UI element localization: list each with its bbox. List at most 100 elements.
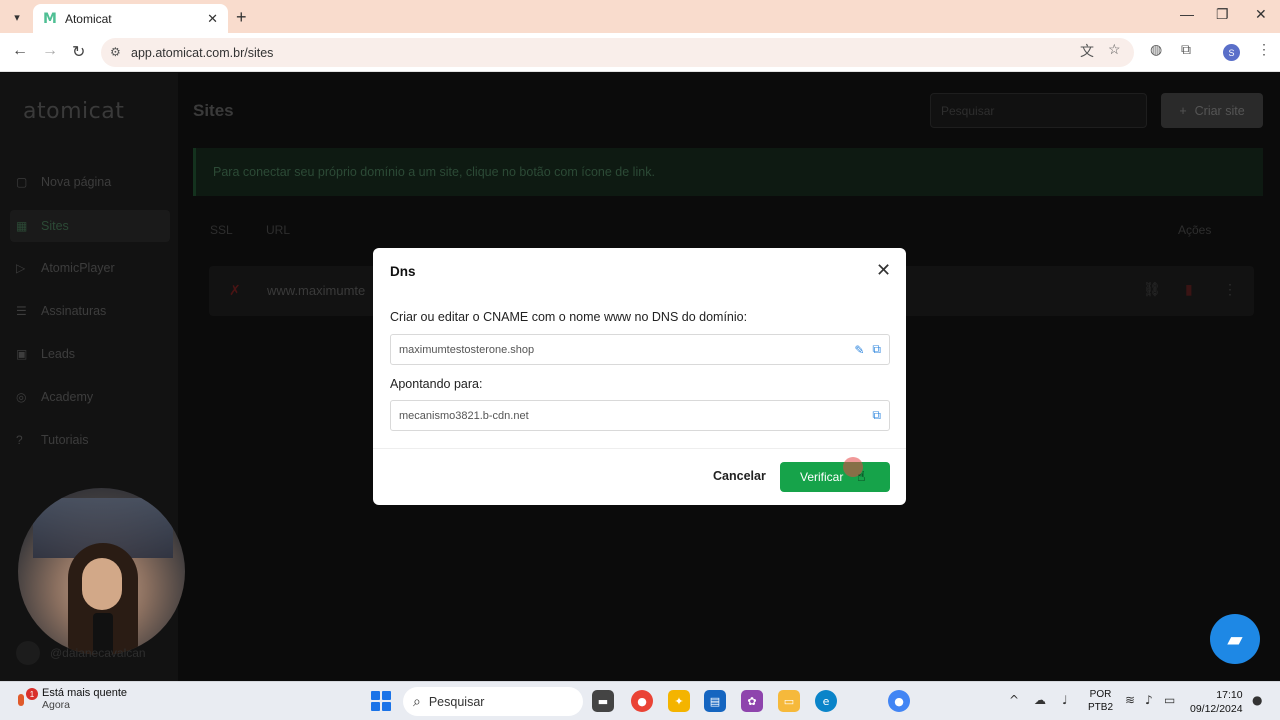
- window-close-icon[interactable]: ✕: [1255, 6, 1267, 23]
- cancel-button[interactable]: Cancelar: [713, 469, 766, 483]
- address-bar[interactable]: ⚙ app.atomicat.com.br/sites: [101, 38, 1134, 67]
- browser-tab[interactable]: M Atomicat ✕: [33, 4, 228, 33]
- taskbar-search-label: Pesquisar: [428, 694, 485, 709]
- volume-icon[interactable]: ♪: [1145, 693, 1153, 707]
- avatar: [16, 641, 40, 665]
- edit-icon[interactable]: ✎: [854, 343, 864, 357]
- site-info-icon[interactable]: ⚙: [110, 45, 121, 59]
- weather-widget[interactable]: 1 Está mais quente Agora: [16, 687, 127, 711]
- tab-close-icon[interactable]: ✕: [207, 11, 218, 27]
- pointing-label: Apontando para:: [390, 377, 483, 391]
- profile-avatar[interactable]: S: [1223, 44, 1240, 61]
- extension-icon[interactable]: ◍: [1150, 41, 1162, 58]
- site-url[interactable]: www.maximumte: [267, 283, 365, 298]
- tray-chevron-icon[interactable]: ^: [1009, 693, 1019, 707]
- sidebar-item-tutoriais[interactable]: ? Tutoriais: [16, 433, 88, 447]
- dns-modal: Dns ✕ Criar ou editar o CNAME com o nome…: [373, 248, 906, 505]
- sidebar-item-leads[interactable]: ▣ Leads: [16, 347, 75, 361]
- folder-app-icon[interactable]: ▭: [778, 690, 800, 712]
- copilot-app-icon[interactable]: ✿: [741, 690, 763, 712]
- file-explorer-app-icon[interactable]: ▬: [592, 690, 614, 712]
- clock-time: 17:10: [1216, 689, 1243, 701]
- sidebar-item-label: Sites: [41, 219, 69, 233]
- translate-icon[interactable]: 文: [1080, 41, 1094, 61]
- browser-tab-bar: ▾ M Atomicat ✕ + — ❐ ✕: [0, 0, 1280, 33]
- weather-line1: Está mais quente: [42, 687, 127, 699]
- microphone-icon[interactable]: ♩: [1062, 693, 1068, 707]
- webcam-overlay: [18, 488, 185, 655]
- taskbar-search[interactable]: ⌕ Pesquisar: [403, 687, 583, 716]
- link-icon[interactable]: ⛓: [1143, 281, 1161, 298]
- sidebar-item-nova-pagina[interactable]: ▢ Nova página: [16, 175, 111, 189]
- copy-icon[interactable]: ⧉: [872, 342, 881, 357]
- sidebar-item-assinaturas[interactable]: ☰ Assinaturas: [16, 304, 106, 318]
- search-icon: ⌕: [413, 693, 421, 710]
- forward-icon[interactable]: →: [42, 42, 58, 60]
- search-input[interactable]: Pesquisar: [930, 93, 1147, 128]
- chrome-app-icon[interactable]: ●: [631, 690, 653, 712]
- sidebar-item-label: Nova página: [41, 175, 112, 189]
- layout-icon: ▦: [16, 219, 28, 233]
- edge-app-icon[interactable]: e: [815, 690, 837, 712]
- modal-title: Dns: [390, 264, 416, 279]
- modal-divider: [373, 448, 906, 449]
- atomicat-logo: atomicat: [23, 99, 125, 124]
- minimize-icon[interactable]: —: [1180, 6, 1194, 22]
- battery-icon[interactable]: ▭: [1164, 693, 1175, 707]
- sidebar-item-academy[interactable]: ◎ Academy: [16, 390, 93, 404]
- table-header-actions: Ações: [1178, 223, 1212, 237]
- maximize-icon[interactable]: ❐: [1216, 6, 1229, 23]
- users-icon: ▣: [16, 347, 28, 361]
- domain-value: maximumtestosterone.shop: [399, 343, 535, 356]
- table-header-ssl: SSL: [210, 223, 233, 237]
- windows-start-icon[interactable]: [371, 691, 391, 711]
- modal-close-icon[interactable]: ✕: [876, 260, 891, 281]
- chat-icon[interactable]: ▰: [1210, 614, 1260, 664]
- ssl-status-icon: ✗: [229, 282, 241, 298]
- trash-icon[interactable]: ▮: [1185, 281, 1193, 298]
- user-handle: @daianecavalcan: [16, 641, 146, 665]
- clock-date: 09/12/2024: [1190, 703, 1243, 715]
- new-tab-icon[interactable]: +: [236, 7, 247, 28]
- windows-taskbar: 1 Está mais quente Agora ⌕ Pesquisar ▬ ●…: [0, 681, 1280, 720]
- sidebar-item-sites[interactable]: ▦ Sites: [10, 210, 170, 242]
- user-handle-text: @daianecavalcan: [50, 646, 146, 660]
- sidebar-item-label: AtomicPlayer: [41, 261, 115, 275]
- onedrive-icon[interactable]: ☁: [1034, 693, 1046, 707]
- chrome-profile-app-icon[interactable]: ●: [888, 690, 910, 712]
- bookmark-star-icon[interactable]: ☆: [1108, 41, 1121, 58]
- create-site-label: Criar site: [1194, 103, 1245, 118]
- wifi-icon[interactable]: ≋: [1125, 693, 1135, 707]
- plus-icon: +: [1179, 103, 1187, 118]
- sidebar-item-atomicplayer[interactable]: ▷ AtomicPlayer: [16, 261, 115, 275]
- menu-dots-icon[interactable]: ⋮: [1257, 41, 1271, 58]
- target-value: mecanismo3821.b-cdn.net: [399, 409, 529, 422]
- store-app-icon[interactable]: ▤: [704, 690, 726, 712]
- tab-search-menu-icon[interactable]: ▾: [8, 8, 26, 26]
- browser-toolbar: ← → ↻ ⚙ app.atomicat.com.br/sites 文 ☆ ◍ …: [0, 33, 1280, 72]
- pinned-app-icon[interactable]: ✦: [668, 690, 690, 712]
- notification-bell-icon[interactable]: ●: [1252, 693, 1262, 707]
- lang-line2: PTB2: [1088, 702, 1114, 713]
- target-field[interactable]: mecanismo3821.b-cdn.net ⧉: [390, 400, 890, 431]
- reload-icon[interactable]: ↻: [72, 42, 85, 62]
- copy-icon[interactable]: ⧉: [872, 408, 881, 423]
- sidebar-item-label: Assinaturas: [41, 304, 107, 318]
- language-indicator[interactable]: POR PTB2: [1088, 688, 1113, 714]
- info-banner: Para conectar seu próprio domínio a um s…: [193, 148, 1263, 196]
- lang-line1: POR: [1089, 689, 1112, 700]
- play-icon: ▷: [16, 261, 26, 275]
- system-clock[interactable]: 17:10 09/12/2024: [1190, 688, 1243, 716]
- puzzle-icon[interactable]: ⧉: [1181, 41, 1191, 58]
- create-site-button[interactable]: + Criar site: [1161, 93, 1263, 128]
- academy-icon: ◎: [16, 390, 27, 404]
- verify-button[interactable]: Verificar: [780, 462, 890, 492]
- tab-title: Atomicat: [64, 11, 112, 26]
- sidebar-item-label: Tutoriais: [41, 433, 89, 447]
- sidebar-item-label: Leads: [41, 347, 76, 361]
- domain-field[interactable]: maximumtestosterone.shop ✎ ⧉: [390, 334, 890, 365]
- more-options-icon[interactable]: ⋮: [1223, 281, 1237, 298]
- back-icon[interactable]: ←: [12, 42, 28, 60]
- hand-cursor-icon: ☝: [857, 469, 866, 485]
- cname-instruction: Criar ou editar o CNAME com o nome www n…: [390, 310, 748, 324]
